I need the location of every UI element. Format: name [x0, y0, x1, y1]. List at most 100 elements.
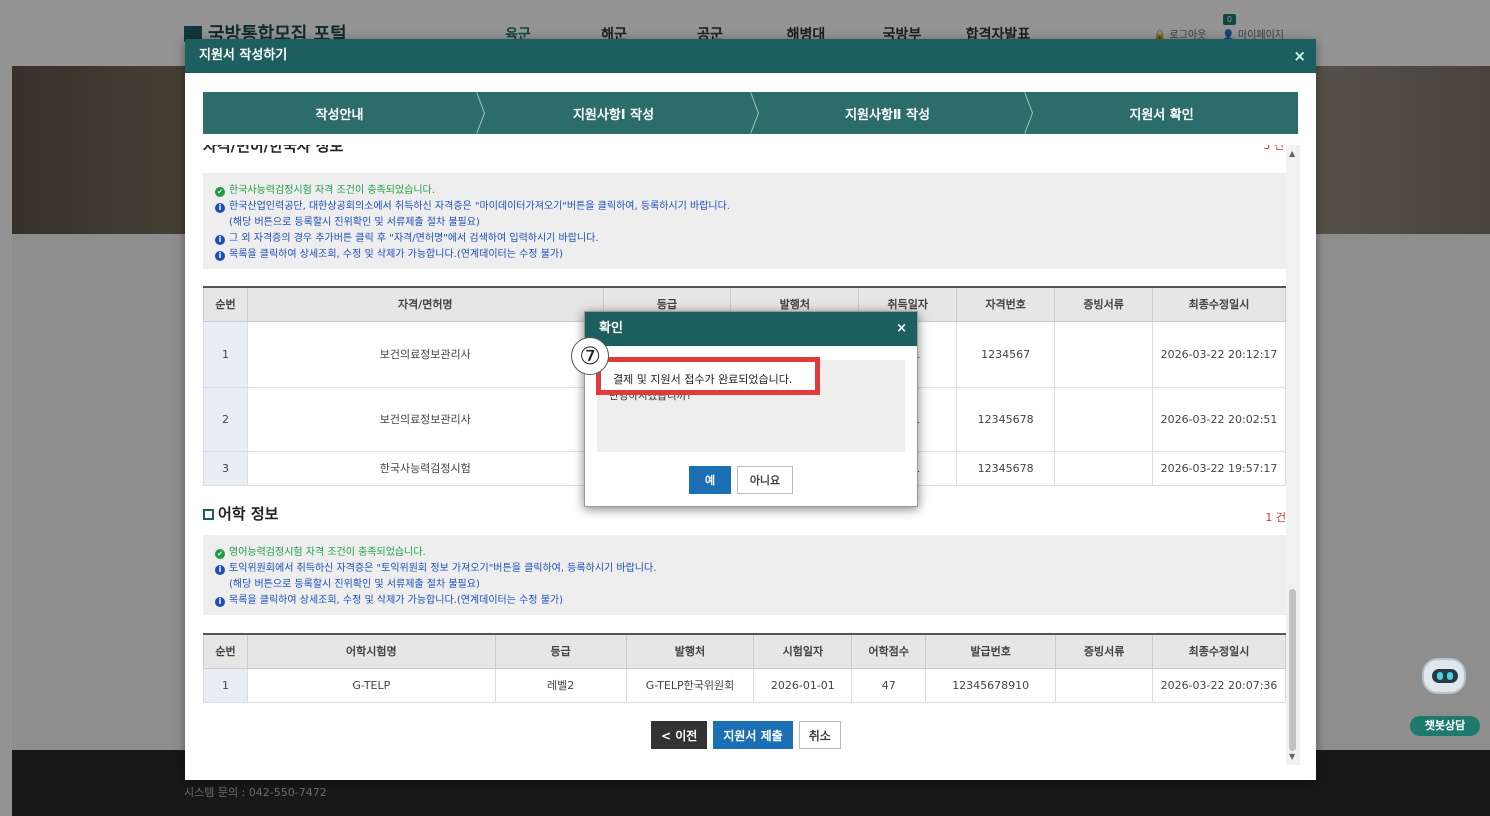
cell: 2026-03-22 20:07:36 [1152, 667, 1286, 703]
robot-face [1432, 669, 1458, 683]
scroll-down-icon[interactable]: ▼ [1289, 752, 1295, 761]
table-row[interactable]: 1 G-TELP 레벨2 G-TELP한국위원회 2026-01-01 47 1… [203, 667, 1286, 703]
chatbot-widget[interactable]: 챗봇상담 [1410, 652, 1480, 738]
step-part2: 지원사항Ⅱ 작성 [750, 92, 1033, 134]
confirm-title: 확인 [599, 321, 623, 336]
step-arrow-icon [1024, 92, 1032, 134]
cert-notice-info: i 목록을 클릭하여 상세조회, 수정 및 삭제가 가능합니다.(연계데이터는 수… [215, 247, 1274, 263]
col-header: 증빙서류 [1055, 633, 1154, 669]
col-header: 최종수정일시 [1152, 633, 1286, 669]
cell: G-TELP [246, 667, 496, 703]
lang-table: 순번 어학시험명 등급 발행처 시험일자 어학점수 발급번호 증빙서류 최종수정… [203, 633, 1286, 703]
cell: 보건의료정보관리사 [246, 386, 604, 452]
lang-notice-box: ✔ 영어능력검정시험 자격 조건이 충족되었습니다. i 토익위원회에서 취득하신 … [203, 535, 1286, 615]
cert-notice-text: 그 외 자격증의 경우 추가버튼 클릭 후 "자격/면허명"에서 검색하여 입력… [229, 233, 599, 244]
col-header: 최종수정일시 [1152, 286, 1286, 322]
cell: 1234567 [956, 320, 1056, 388]
cert-notice-text: 한국사능력검정시험 자격 조건이 충족되었습니다. [229, 185, 435, 196]
cert-notice-text: 목록을 클릭하여 상세조회, 수정 및 삭제가 가능합니다.(연계데이터는 수정… [229, 249, 563, 260]
prev-button[interactable]: < 이전 [651, 721, 708, 749]
col-header: 순번 [203, 633, 248, 669]
cell: 1 [203, 667, 248, 703]
lang-notice-info: i 토익위원회에서 취득하신 자격증은 "토익위원회 정보 가져오기"버튼을 클릭… [215, 561, 1274, 577]
lang-section-title-text: 어학 정보 [218, 505, 279, 523]
no-button[interactable]: 아니요 [737, 466, 793, 494]
scroll-up-icon[interactable]: ▲ [1289, 149, 1295, 158]
cell: 12345678 [956, 450, 1056, 486]
cell [1054, 386, 1154, 452]
form-buttons: < 이전 지원서 제출 취소 [651, 721, 841, 749]
col-header: 자격번호 [956, 286, 1056, 322]
modal-scrollbar[interactable]: ▲ ▼ [1286, 145, 1300, 765]
step-arrow-icon [750, 92, 758, 134]
col-header: 증빙서류 [1054, 286, 1154, 322]
lang-notice-text: 목록을 클릭하여 상세조회, 수정 및 삭제가 가능합니다.(연계데이터는 수정… [229, 595, 563, 606]
lang-notice-info: i 목록을 클릭하여 상세조회, 수정 및 삭제가 가능합니다.(연계데이터는 수… [215, 593, 1274, 609]
col-header: 자격/면허명 [246, 286, 604, 322]
step-part1-label: 지원사항Ⅰ 작성 [572, 107, 655, 123]
modal-close-icon[interactable]: × [1293, 39, 1306, 73]
robot-icon [1422, 658, 1466, 694]
modal-header: 지원서 작성하기 × [185, 39, 1316, 73]
cell: 2 [203, 386, 248, 452]
cell: 2026-03-22 20:12:17 [1152, 320, 1286, 388]
check-icon: ✔ [215, 187, 225, 197]
confirm-buttons: 예 아니요 [585, 466, 917, 494]
cert-notice-sub: (해당 버튼으로 등록할시 진위확인 및 서류제출 절차 불필요) [229, 217, 480, 228]
col-header: 등급 [494, 633, 627, 669]
col-header: 시험일자 [753, 633, 853, 669]
col-header: 발급번호 [925, 633, 1057, 669]
cert-notice-box: ✔ 한국사능력검정시험 자격 조건이 충족되었습니다. i 한국산업인력공단, 대한… [203, 173, 1286, 269]
cert-section-count-text: 3 건 [1263, 145, 1284, 152]
scroll-thumb[interactable] [1289, 589, 1296, 751]
cell: 3 [203, 450, 248, 486]
cell [1054, 450, 1154, 486]
cell: 47 [851, 667, 927, 703]
info-icon: i [215, 251, 225, 261]
modal-title: 지원서 작성하기 [199, 48, 288, 63]
robot-eye [1437, 672, 1443, 680]
highlight-box: 결제 및 지원서 접수가 완료되었습니다. [596, 357, 820, 395]
step-guide: 작성안내 [203, 92, 485, 134]
section-square-icon [203, 509, 214, 520]
cert-notice-text: 한국산업인력공단, 대한상공회의소에서 취득하신 자격증은 "마이데이터가져오기… [229, 201, 730, 212]
info-icon: i [215, 203, 225, 213]
confirm-header: 확인 × [585, 312, 917, 346]
cert-section-title: 자격/면허/한국사 정보 [203, 145, 343, 155]
cell: 2026-01-01 [753, 667, 853, 703]
cell [1055, 667, 1154, 703]
cell: 레벨2 [494, 667, 627, 703]
robot-eye [1447, 672, 1453, 680]
info-icon: i [215, 565, 225, 575]
cell: 1 [203, 320, 248, 388]
lang-notice-text: 영어능력검정시험 자격 조건이 충족되었습니다. [229, 547, 426, 558]
lang-section-title: 어학 정보 [203, 503, 278, 524]
step-guide-label: 작성안내 [315, 107, 364, 123]
lang-notice-text: 토익위원회에서 취득하신 자격증은 "토익위원회 정보 가져오기"버튼을 클릭하… [229, 563, 657, 574]
check-icon: ✔ [215, 549, 225, 559]
highlight-message: 결제 및 지원서 접수가 완료되었습니다. [613, 373, 793, 386]
cell: 한국사능력검정시험 [246, 450, 604, 486]
cell: 보건의료정보관리사 [246, 320, 604, 388]
step-part2-label: 지원사항Ⅱ 작성 [845, 107, 930, 123]
step-review: 지원서 확인 [1024, 92, 1298, 134]
confirm-close-icon[interactable]: × [896, 312, 907, 346]
cert-notice-info: i 한국산업인력공단, 대한상공회의소에서 취득하신 자격증은 "마이데이터가져오… [215, 199, 1274, 215]
lang-section-count: 1 건 [1265, 511, 1286, 524]
cert-section-title-text: 자격/면허/한국사 정보 [203, 145, 344, 155]
submit-button[interactable]: 지원서 제출 [713, 721, 793, 749]
col-header: 어학점수 [851, 633, 927, 669]
cell: 12345678910 [925, 667, 1057, 703]
cancel-button[interactable]: 취소 [798, 721, 841, 749]
col-header: 순번 [203, 286, 248, 322]
cell: 2026-03-22 19:57:17 [1152, 450, 1286, 486]
cell: 12345678 [956, 386, 1056, 452]
step-arrow-icon [476, 92, 484, 134]
yes-button[interactable]: 예 [689, 466, 731, 494]
cert-notice-info: i 그 외 자격증의 경우 추가버튼 클릭 후 "자격/면허명"에서 검색하여 입… [215, 231, 1274, 247]
step-part1: 지원사항Ⅰ 작성 [476, 92, 759, 134]
cert-notice-ok: ✔ 한국사능력검정시험 자격 조건이 충족되었습니다. [215, 183, 1274, 199]
lang-notice-sub: (해당 버튼으로 등록할시 진위확인 및 서류제출 절차 불필요) [229, 579, 480, 590]
chatbot-label: 챗봇상담 [1410, 716, 1480, 736]
col-header: 어학시험명 [246, 633, 496, 669]
